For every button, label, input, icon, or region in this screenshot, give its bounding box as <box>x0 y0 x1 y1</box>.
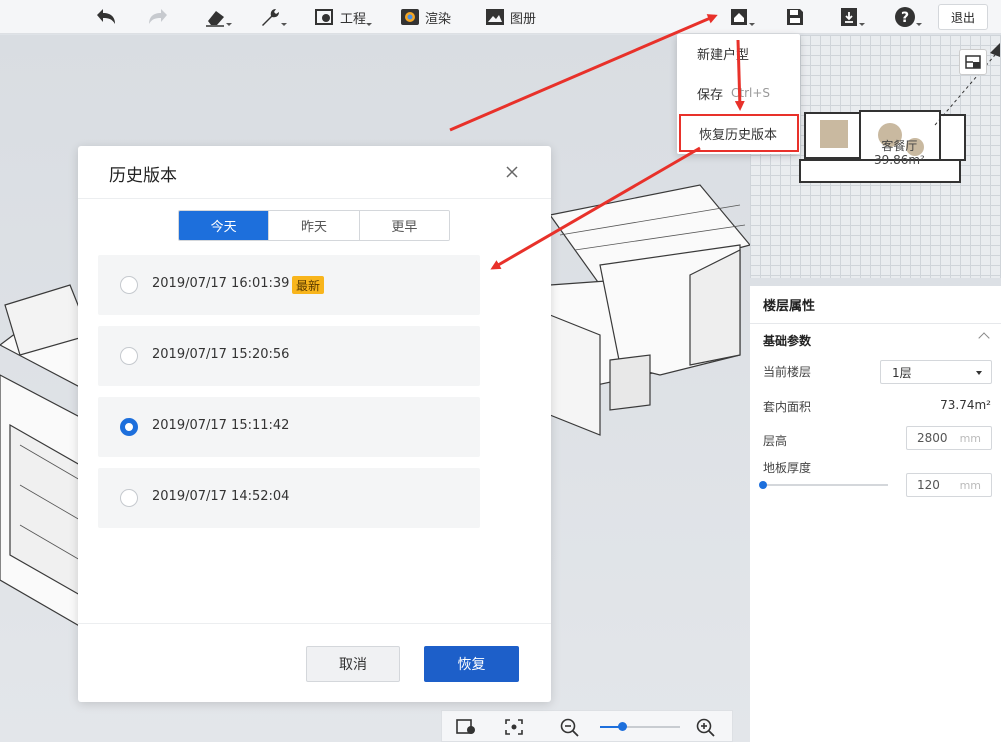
home-button[interactable] <box>729 0 755 34</box>
version-time: 2019/07/17 16:01:39 <box>152 276 290 291</box>
svg-text:?: ? <box>901 10 909 26</box>
help-button[interactable]: ? <box>894 0 922 34</box>
thickness-label: 地板厚度 <box>763 461 812 475</box>
minimap-layout-icon <box>965 55 981 69</box>
latest-badge: 最新 <box>292 276 325 294</box>
version-radio[interactable] <box>120 276 138 294</box>
save-disk-icon <box>787 9 803 25</box>
version-row[interactable]: 2019/07/17 16:01:39 最新 <box>98 255 480 315</box>
eraser-button[interactable] <box>204 0 232 34</box>
eraser-icon <box>206 11 224 27</box>
export-button[interactable] <box>839 0 865 34</box>
menu-item-restore-history[interactable]: 恢复历史版本 <box>679 114 799 152</box>
zoom-out-icon[interactable] <box>560 718 580 738</box>
thickness-slider-track[interactable] <box>763 484 888 486</box>
help-question-icon: ? <box>895 7 915 27</box>
minimap-room-name: 客餐厅 <box>881 139 918 153</box>
dialog-title: 历史版本 <box>109 166 177 186</box>
tools-button[interactable] <box>259 0 287 34</box>
version-time: 2019/07/17 15:20:56 <box>152 347 290 362</box>
watermark-url: jingyan.baidu.com <box>765 693 895 709</box>
tab-earlier[interactable]: 更早 <box>358 211 449 240</box>
current-floor-label: 当前楼层 <box>763 365 812 379</box>
zoom-in-icon[interactable] <box>696 718 716 738</box>
divider <box>78 198 551 199</box>
version-radio[interactable] <box>120 489 138 507</box>
project-gear-icon <box>315 9 333 25</box>
floor-select-value: 1层 <box>892 365 912 380</box>
restore-button[interactable]: 恢复 <box>424 646 519 682</box>
save-button[interactable] <box>785 0 805 34</box>
focus-center-icon[interactable] <box>504 718 524 736</box>
top-toolbar: 工程 渲染 图册 ? 退出 <box>0 0 1001 34</box>
wrench-icon <box>262 9 279 26</box>
tab-yesterday[interactable]: 昨天 <box>268 211 359 240</box>
minimap-toggle-button[interactable] <box>959 49 987 75</box>
thickness-input[interactable]: 120 mm <box>906 473 992 497</box>
area-value: 73.74m² <box>940 398 991 412</box>
exit-button[interactable]: 退出 <box>938 4 988 30</box>
thickness-input-value: 120 <box>917 478 940 492</box>
render-button[interactable]: 渲染 <box>400 0 451 34</box>
close-icon <box>506 166 518 178</box>
version-radio-checked[interactable] <box>120 418 138 436</box>
floor-select[interactable]: 1层 <box>880 360 992 384</box>
caret-down-icon <box>976 371 982 375</box>
panel-title: 楼层属性 <box>750 286 1001 324</box>
height-input-value: 2800 <box>917 431 948 445</box>
watermark: Baidu经验 jingyan.baidu.com <box>765 635 965 725</box>
version-row[interactable]: 2019/07/17 15:11:42 <box>98 397 480 457</box>
album-button[interactable]: 图册 <box>485 0 536 34</box>
section-basic-params: 基础参数 <box>763 334 812 348</box>
version-radio[interactable] <box>120 347 138 365</box>
thickness-unit: mm <box>959 478 981 492</box>
home-icon <box>731 9 747 25</box>
chevron-up-icon[interactable] <box>978 332 990 344</box>
view-settings-icon[interactable] <box>456 718 478 736</box>
home-dropdown-menu: 新建户型 保存 Ctrl+S 恢复历史版本 <box>677 34 800 154</box>
divider <box>78 623 551 624</box>
area-label: 套内面积 <box>763 400 812 414</box>
album-image-icon <box>486 9 504 25</box>
menu-item-shortcut: Ctrl+S <box>731 86 771 100</box>
menu-item-label: 新建户型 <box>697 47 750 63</box>
export-download-icon <box>841 8 857 26</box>
zoom-slider-handle[interactable] <box>618 722 627 731</box>
version-row[interactable]: 2019/07/17 15:20:56 <box>98 326 480 386</box>
menu-item-label: 保存 <box>697 87 724 103</box>
bottom-zoom-bar <box>441 710 733 742</box>
minimap-room-label: 客餐厅 39.86m² <box>874 139 925 167</box>
album-label: 图册 <box>510 11 537 27</box>
undo-icon <box>97 9 115 24</box>
cancel-button[interactable]: 取消 <box>306 646 400 682</box>
tab-today[interactable]: 今天 <box>179 211 269 240</box>
project-label: 工程 <box>340 11 367 27</box>
thickness-slider-handle[interactable] <box>759 481 767 489</box>
undo-button[interactable] <box>93 0 117 34</box>
history-version-dialog: 历史版本 今天 昨天 更早 2019/07/17 16:01:39 最新 201… <box>78 146 551 702</box>
minimap-room-area: 39.86m² <box>874 153 925 167</box>
redo-button[interactable] <box>147 0 171 34</box>
menu-item-label: 恢复历史版本 <box>699 127 778 143</box>
project-button[interactable]: 工程 <box>315 0 373 34</box>
close-button[interactable] <box>502 162 522 182</box>
render-label: 渲染 <box>425 11 452 27</box>
height-input[interactable]: 2800 mm <box>906 426 992 450</box>
version-time: 2019/07/17 15:11:42 <box>152 418 290 433</box>
version-time: 2019/07/17 14:52:04 <box>152 489 290 504</box>
render-camera-icon <box>401 9 419 25</box>
version-row[interactable]: 2019/07/17 14:52:04 <box>98 468 480 528</box>
height-label: 层高 <box>763 434 788 448</box>
watermark-brand: Baidu经验 <box>765 644 953 685</box>
date-tabs: 今天 昨天 更早 <box>178 210 450 241</box>
menu-item-new-floorplan[interactable]: 新建户型 <box>677 34 800 72</box>
menu-item-save[interactable]: 保存 Ctrl+S <box>677 74 800 112</box>
redo-icon <box>149 9 167 24</box>
height-unit: mm <box>959 431 981 445</box>
